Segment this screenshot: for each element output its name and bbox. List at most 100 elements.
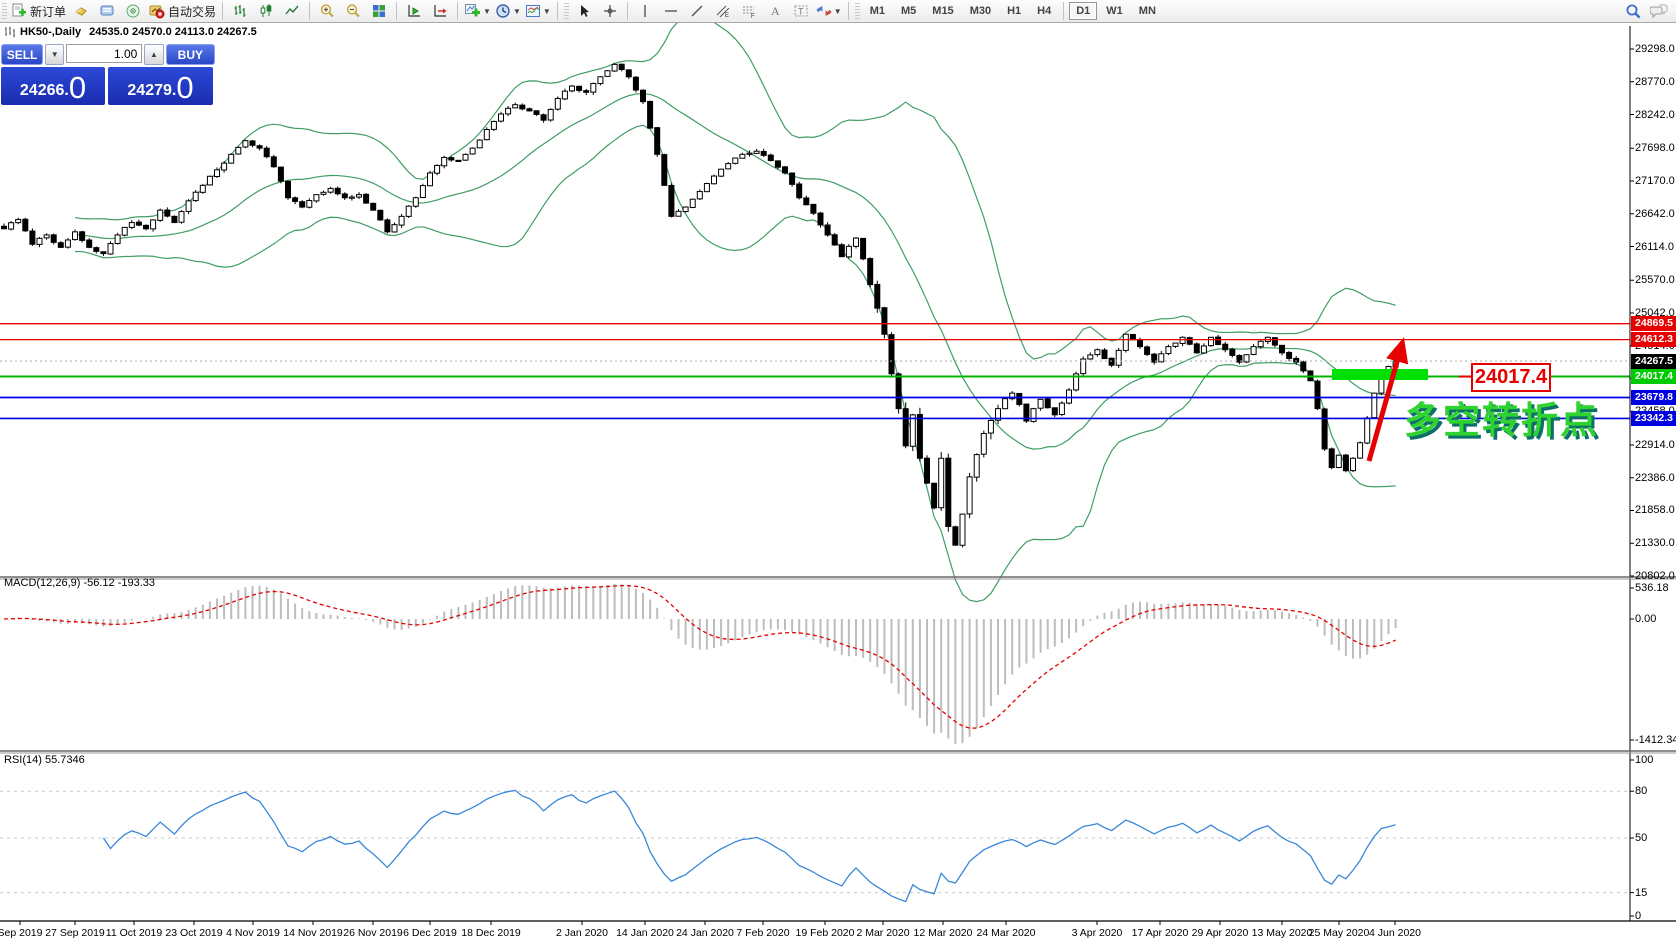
candle — [271, 157, 276, 167]
candle — [910, 415, 915, 446]
templates-button[interactable]: ▼ — [523, 1, 553, 21]
candle — [1201, 346, 1206, 353]
toolbar-separator — [309, 2, 310, 20]
candlestick-chart-button[interactable] — [253, 1, 279, 21]
timeframe-m5[interactable]: M5 — [894, 2, 923, 20]
arrows-tool-button[interactable]: ▼ — [814, 1, 844, 21]
candle — [1052, 408, 1057, 415]
candle — [541, 115, 546, 120]
volume-input[interactable] — [66, 44, 142, 63]
sell-price-display[interactable]: 24266. 0 — [1, 67, 105, 105]
candle — [1102, 350, 1107, 359]
periods-button[interactable]: ▼ — [493, 1, 523, 21]
toolbar-grip[interactable] — [564, 3, 569, 19]
timeframe-d1[interactable]: D1 — [1069, 2, 1097, 20]
chart-shift-button[interactable] — [427, 1, 453, 21]
candle — [1088, 355, 1093, 359]
price-badge: 24017.4 — [1631, 369, 1676, 384]
channel-tool-button[interactable]: E — [710, 1, 736, 21]
label-tool-button[interactable]: T — [788, 1, 814, 21]
date-label: 26 Nov 2019 — [343, 927, 403, 939]
bollinger-band-line — [75, 93, 1396, 449]
buy-button[interactable]: BUY — [166, 44, 215, 65]
candle — [1173, 343, 1178, 346]
macd-label: MACD(12,26,9) -56.12 -193.33 — [4, 577, 155, 589]
indicators-button[interactable]: ▼ — [462, 1, 493, 21]
periods-icon — [495, 3, 511, 19]
zoom-out-icon — [345, 3, 361, 19]
candle — [1166, 347, 1171, 354]
toolbar-grip[interactable] — [855, 3, 860, 19]
text-tool-button[interactable]: A — [762, 1, 788, 21]
candle — [882, 308, 887, 334]
timeframe-h4[interactable]: H4 — [1030, 2, 1058, 20]
timeframe-mn[interactable]: MN — [1132, 2, 1163, 20]
candle — [534, 111, 539, 115]
timeframe-m1[interactable]: M1 — [863, 2, 892, 20]
zoom-out-button[interactable] — [340, 1, 366, 21]
search-button[interactable] — [1620, 1, 1646, 21]
price-tick-label: 28770.0 — [1635, 76, 1675, 88]
date-label: 4 Jun 2020 — [1369, 927, 1421, 939]
timeframe-m30[interactable]: M30 — [963, 2, 998, 20]
candle — [818, 213, 823, 225]
candle — [733, 158, 738, 163]
cursor-tool-button[interactable] — [571, 1, 597, 21]
chat-button[interactable] — [1646, 1, 1672, 21]
candle — [1187, 338, 1192, 345]
timeframe-h1[interactable]: H1 — [1000, 2, 1028, 20]
candle — [768, 155, 773, 160]
trendline-icon — [689, 3, 705, 19]
candle — [349, 197, 354, 198]
line-chart-button[interactable] — [279, 1, 305, 21]
candle — [1272, 338, 1277, 345]
buy-price-display[interactable]: 24279. 0 — [108, 67, 213, 105]
candle — [314, 195, 319, 201]
price-tick-label: 21330.0 — [1635, 537, 1675, 549]
bar-chart-button[interactable] — [227, 1, 253, 21]
level-annotation-box[interactable]: 24017.4 — [1471, 363, 1551, 392]
bollinger-band-line — [75, 14, 1396, 359]
chart-canvas[interactable] — [0, 0, 1676, 944]
trendline-tool-button[interactable] — [684, 1, 710, 21]
candle — [946, 458, 951, 526]
toolbar-grip[interactable] — [2, 3, 7, 19]
sell-button[interactable]: SELL — [1, 44, 43, 65]
date-label: 17 Apr 2020 — [1132, 927, 1189, 939]
volume-decrease-button[interactable]: ▼ — [45, 44, 64, 65]
candle — [775, 161, 780, 167]
fibonacci-tool-button[interactable]: F — [736, 1, 762, 21]
market-watch-button[interactable] — [68, 1, 94, 21]
auto-scroll-button[interactable] — [401, 1, 427, 21]
candle — [215, 170, 220, 177]
price-badge: 24267.5 — [1631, 354, 1676, 369]
volume-increase-button[interactable]: ▲ — [144, 44, 163, 65]
candle — [357, 195, 362, 197]
vertical-line-tool-button[interactable] — [632, 1, 658, 21]
new-order-button[interactable]: 新订单 — [9, 1, 68, 21]
horizontal-line-tool-button[interactable] — [658, 1, 684, 21]
candle — [413, 198, 418, 206]
candle — [179, 212, 184, 223]
price-tick-label: 28242.0 — [1635, 109, 1675, 121]
navigator-button[interactable] — [120, 1, 146, 21]
arrows-icon — [816, 3, 832, 19]
data-window-button[interactable] — [94, 1, 120, 21]
candle — [129, 223, 134, 228]
candlestick-chart-icon — [258, 3, 274, 19]
autotrading-button[interactable]: 自动交易 — [146, 1, 218, 21]
candle — [903, 409, 908, 446]
tile-windows-button[interactable] — [366, 1, 392, 21]
candle — [761, 151, 766, 155]
candle — [1358, 443, 1363, 458]
crosshair-tool-button[interactable] — [597, 1, 623, 21]
candle — [23, 219, 28, 231]
candle — [868, 259, 873, 285]
candle — [94, 248, 99, 252]
timeframe-m15[interactable]: M15 — [925, 2, 960, 20]
date-label: 24 Jan 2020 — [676, 927, 734, 939]
timeframe-w1[interactable]: W1 — [1099, 2, 1130, 20]
highlight-zone[interactable] — [1332, 369, 1428, 380]
turning-point-annotation[interactable]: 多空转折点 — [1404, 390, 1599, 444]
zoom-in-button[interactable] — [314, 1, 340, 21]
